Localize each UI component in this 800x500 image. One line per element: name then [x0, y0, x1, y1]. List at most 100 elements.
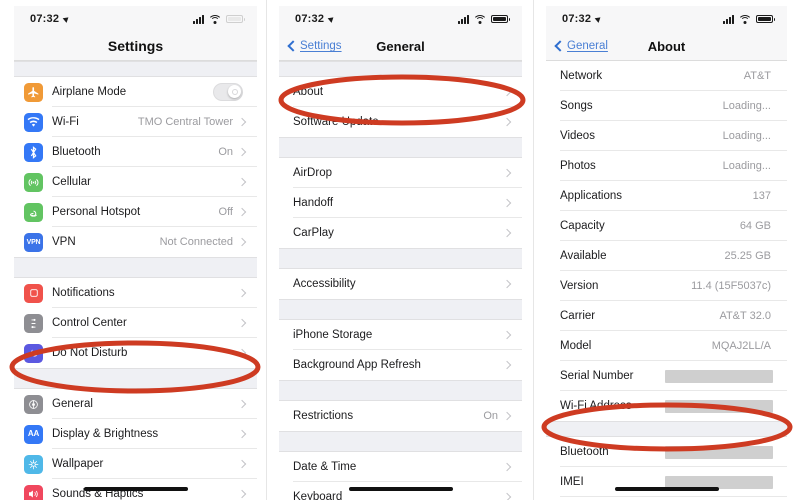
sidebar-item-vpn[interactable]: VPN VPN Not Connected [14, 227, 257, 257]
general-list-group-2: AirDrop Handoff CarPlay [279, 158, 522, 248]
chevron-left-icon [287, 40, 299, 52]
row-value: 137 [752, 190, 771, 202]
cellular-signal-icon [458, 14, 469, 24]
list-item-about[interactable]: About [279, 77, 522, 107]
row-label: Songs [560, 100, 593, 112]
chevron-right-icon [502, 462, 512, 472]
list-section-gap [279, 248, 522, 269]
row-label: Do Not Disturb [52, 347, 128, 359]
list-item-handoff[interactable]: Handoff [279, 188, 522, 218]
phone-panel-about: 07:32 General About Network AT&T Songs L… [534, 0, 800, 500]
airplane-mode-toggle[interactable] [213, 83, 243, 101]
row-value: Not Connected [159, 236, 233, 248]
row-label: Carrier [560, 310, 596, 322]
sidebar-item-airplane-mode[interactable]: Airplane Mode [14, 77, 257, 107]
phone-screen-settings: 07:32 Settings Airplane Mode Wi-Fi TMO C… [14, 6, 257, 500]
settings-list-group-1: Airplane Mode Wi-Fi TMO Central Tower Bl… [14, 77, 257, 257]
list-item-restrictions[interactable]: Restrictions On [279, 401, 522, 431]
row-label: iPhone Storage [293, 329, 373, 341]
settings-list-group-2: Notifications Control Center Do Not Dist… [14, 278, 257, 368]
home-indicator [614, 487, 719, 491]
list-section-gap [279, 61, 522, 77]
row-label: Background App Refresh [293, 359, 421, 371]
list-item-available: Available 25.25 GB [546, 241, 787, 271]
general-list-group-6: Date & Time Keyboard Language & Region [279, 452, 522, 500]
list-item-songs: Songs Loading... [546, 91, 787, 121]
list-section-gap [546, 421, 787, 437]
chevron-right-icon [237, 348, 247, 358]
list-item-model: Model MQAJ2LL/A [546, 331, 787, 361]
list-item-date-time[interactable]: Date & Time [279, 452, 522, 482]
row-value: 64 GB [739, 220, 771, 232]
home-indicator [348, 487, 453, 491]
list-item-bluetooth: Bluetooth [546, 437, 787, 467]
list-section-gap [279, 431, 522, 452]
row-label: About [293, 86, 324, 98]
bluetooth-icon [24, 142, 43, 162]
status-bar-left: 07:32 [30, 13, 71, 25]
row-label: Wi-Fi Address [560, 400, 632, 412]
row-label: Cellular [52, 176, 91, 188]
sidebar-item-wallpaper[interactable]: Wallpaper [14, 449, 257, 479]
redacted-value [665, 399, 773, 413]
chevron-right-icon [237, 288, 247, 298]
list-item-carplay[interactable]: CarPlay [279, 218, 522, 248]
row-label: Accessibility [293, 278, 356, 290]
row-value: On [483, 410, 498, 422]
chevron-right-icon [502, 168, 512, 178]
sidebar-item-bluetooth[interactable]: Bluetooth On [14, 137, 257, 167]
wifi-icon [208, 14, 222, 24]
redacted-value [665, 369, 773, 383]
back-button[interactable]: Settings [287, 40, 342, 52]
wifi-icon [24, 112, 43, 132]
list-item-iphone-storage[interactable]: iPhone Storage [279, 320, 522, 350]
chevron-right-icon [502, 87, 512, 97]
chevron-right-icon [237, 147, 247, 157]
back-button[interactable]: General [554, 40, 608, 52]
chevron-right-icon [237, 207, 247, 217]
sidebar-item-personal-hotspot[interactable]: Personal Hotspot Off [14, 197, 257, 227]
list-item-photos: Photos Loading... [546, 151, 787, 181]
row-value: Loading... [722, 100, 771, 112]
row-label: Control Center [52, 317, 127, 329]
general-list-group-3: Accessibility [279, 269, 522, 299]
row-label: Date & Time [293, 461, 357, 473]
row-label: Handoff [293, 197, 334, 209]
cellular-signal-icon [723, 14, 734, 24]
nav-bar-general: Settings General [279, 32, 522, 61]
status-bar: 07:32 [546, 6, 787, 32]
list-item-background-app-refresh[interactable]: Background App Refresh [279, 350, 522, 380]
list-section-gap [14, 257, 257, 278]
sidebar-item-do-not-disturb[interactable]: Do Not Disturb [14, 338, 257, 368]
list-section-gap [279, 299, 522, 320]
phone-screen-about: 07:32 General About Network AT&T Songs L… [546, 6, 787, 500]
list-item-keyboard[interactable]: Keyboard [279, 482, 522, 500]
sidebar-item-general[interactable]: General [14, 389, 257, 419]
sidebar-item-control-center[interactable]: Control Center [14, 308, 257, 338]
list-item-accessibility[interactable]: Accessibility [279, 269, 522, 299]
chevron-left-icon [554, 40, 566, 52]
list-item-software-update[interactable]: Software Update [279, 107, 522, 137]
settings-list-group-3: General AA Display & Brightness Wallpape… [14, 389, 257, 500]
sidebar-item-notifications[interactable]: Notifications [14, 278, 257, 308]
hotspot-icon [24, 202, 43, 222]
row-label: Keyboard [293, 491, 343, 500]
sidebar-item-display-brightness[interactable]: AA Display & Brightness [14, 419, 257, 449]
battery-icon [491, 15, 510, 23]
row-label: Notifications [52, 287, 115, 299]
sidebar-item-cellular[interactable]: Cellular [14, 167, 257, 197]
row-label: Wallpaper [52, 458, 104, 470]
status-bar-right [458, 14, 510, 24]
status-time: 07:32 [295, 13, 325, 25]
chevron-right-icon [502, 198, 512, 208]
airplane-icon [24, 82, 43, 102]
home-indicator [83, 487, 188, 491]
list-item-airdrop[interactable]: AirDrop [279, 158, 522, 188]
sidebar-item-wifi[interactable]: Wi-Fi TMO Central Tower [14, 107, 257, 137]
general-list-group-1: About Software Update [279, 77, 522, 137]
chevron-right-icon [502, 411, 512, 421]
general-list-group-5: Restrictions On [279, 401, 522, 431]
row-label: General [52, 398, 93, 410]
row-value: AT&T [743, 70, 771, 82]
back-button-label: Settings [300, 40, 342, 52]
